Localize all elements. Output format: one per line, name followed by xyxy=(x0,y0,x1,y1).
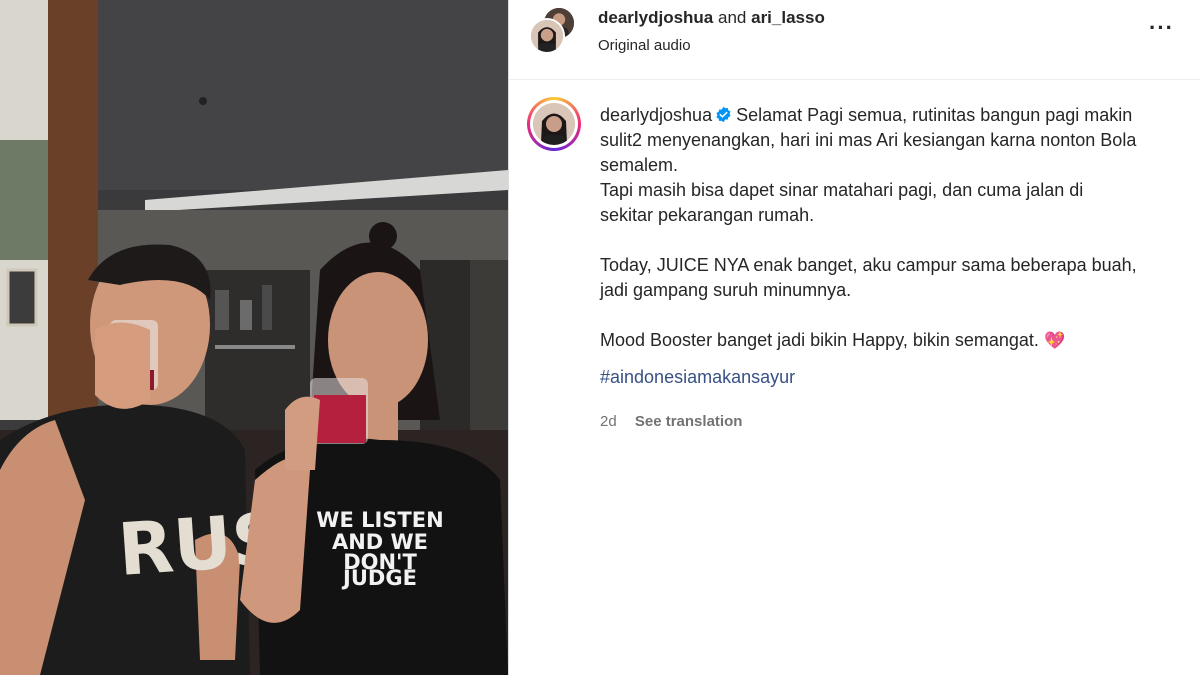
hashtag-link[interactable]: #aindonesiamakansayur xyxy=(600,365,1140,390)
video-frame: RUSH WE LISTEN AND WE DON'T JUDGE xyxy=(0,0,508,675)
post-timestamp[interactable]: 2d xyxy=(600,413,617,430)
original-audio-link[interactable]: Original audio xyxy=(598,37,691,54)
caption-meta: 2d See translation xyxy=(600,413,742,430)
collab-avatars[interactable] xyxy=(529,6,577,54)
post-header: dearlydjoshua and ari_lasso Original aud… xyxy=(509,0,1200,80)
post-details-panel: dearlydjoshua and ari_lasso Original aud… xyxy=(508,0,1200,675)
verified-badge-icon xyxy=(716,106,731,123)
collab-usernames: dearlydjoshua and ari_lasso xyxy=(598,8,825,28)
post-caption: dearlydjoshua Selamat Pagi semua, rutinit… xyxy=(600,103,1140,390)
shirt-text-line1: WE LISTEN xyxy=(316,508,443,532)
post-video[interactable]: RUSH WE LISTEN AND WE DON'T JUDGE xyxy=(0,0,508,675)
shirt-text-line4: JUDGE xyxy=(341,566,417,590)
username-link[interactable]: dearlydjoshua xyxy=(598,8,713,27)
caption-text-3: Today, JUICE NYA enak banget, aku campur… xyxy=(600,255,1137,300)
caption-text-2: Tapi masih bisa dapet sinar matahari pag… xyxy=(600,180,1084,225)
and-text: and xyxy=(718,8,747,27)
username-link[interactable]: ari_lasso xyxy=(751,8,825,27)
more-options-icon[interactable]: ··· xyxy=(1149,17,1174,39)
caption-avatar[interactable] xyxy=(527,97,581,151)
caption-username[interactable]: dearlydjoshua xyxy=(600,105,712,125)
heart-emoji-icon: 💖 xyxy=(1043,331,1066,350)
caption-text-4: Mood Booster banget jadi bikin Happy, bi… xyxy=(600,330,1039,350)
avatar[interactable] xyxy=(529,18,565,54)
see-translation-button[interactable]: See translation xyxy=(635,413,743,430)
